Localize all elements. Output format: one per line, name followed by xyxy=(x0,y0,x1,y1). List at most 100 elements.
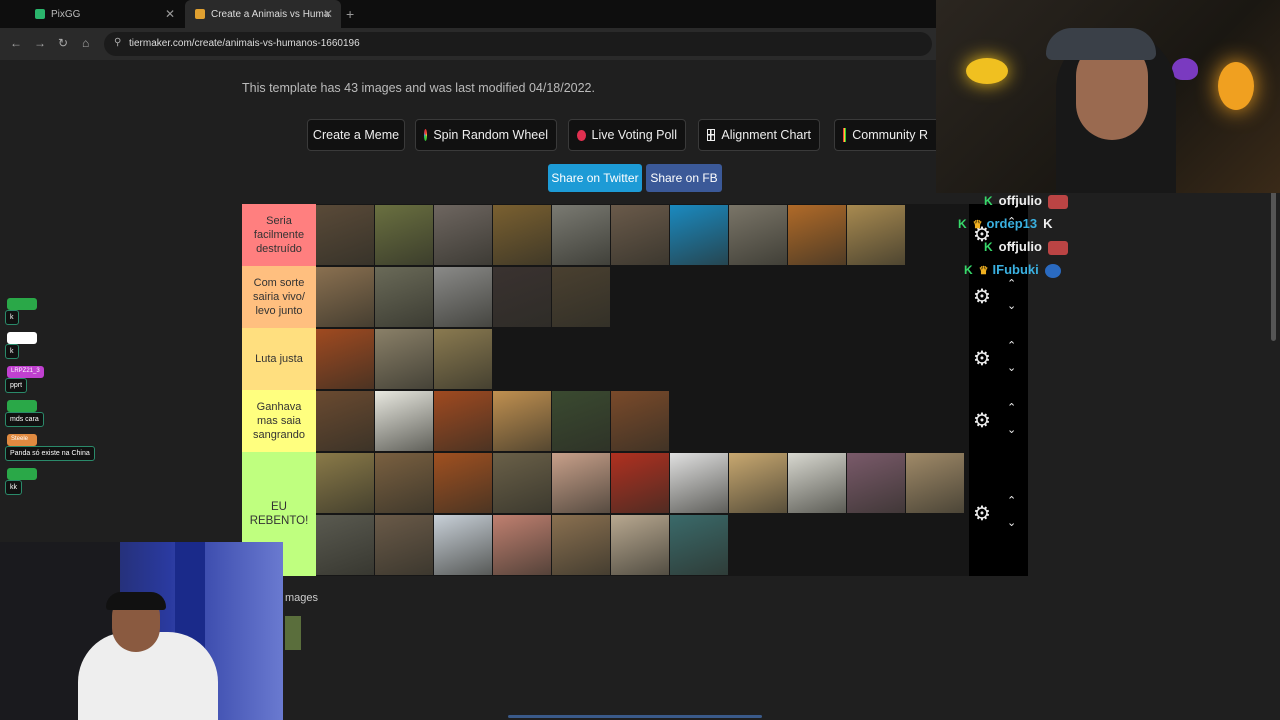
tier-image-capybara[interactable] xyxy=(375,453,433,513)
tier-image-monkey[interactable] xyxy=(434,453,492,513)
chat-line: Koffjulio xyxy=(984,239,1068,255)
tier-image-peacock[interactable] xyxy=(670,515,728,575)
kick-badge-icon: K xyxy=(984,194,993,208)
tier-image-dolphin[interactable] xyxy=(847,453,905,513)
tier-image-eagle[interactable] xyxy=(375,391,433,451)
tier-image-cobra[interactable] xyxy=(434,329,492,389)
tier-image-dog[interactable] xyxy=(316,391,374,451)
tier-image-macaw[interactable] xyxy=(611,453,669,513)
forward-icon[interactable]: → xyxy=(34,36,46,50)
tab-tiermaker[interactable]: Create a Animais vs Humanos T ✕ xyxy=(185,0,341,28)
chevron-down-icon[interactable]: ⌄ xyxy=(1007,299,1016,312)
tier-image-rhino[interactable] xyxy=(611,205,669,265)
tier-image-chimpanzee[interactable] xyxy=(493,267,551,327)
chevron-down-icon[interactable]: ⌄ xyxy=(1007,423,1016,436)
new-tab-button[interactable]: + xyxy=(346,6,354,22)
tier-image-maned-wolf[interactable] xyxy=(434,391,492,451)
tier-image-deer[interactable] xyxy=(375,329,433,389)
tier-image-wolf[interactable] xyxy=(434,267,492,327)
share-twitter-button[interactable]: Share on Twitter xyxy=(548,164,642,192)
create-meme-button[interactable]: Create a Meme xyxy=(307,119,405,151)
tier-image-cheetah[interactable] xyxy=(493,391,551,451)
chat-message: mds cara xyxy=(5,412,44,427)
pixgg-favicon-icon xyxy=(35,9,45,19)
chat-username: offjulio xyxy=(998,193,1042,208)
button-label: Create a Meme xyxy=(312,128,400,142)
chat-message: K xyxy=(1043,216,1053,231)
gear-icon[interactable]: ⚙ xyxy=(973,284,991,309)
tier-image-shark[interactable] xyxy=(670,205,728,265)
tier-image-zebra[interactable] xyxy=(611,515,669,575)
chevron-up-icon[interactable]: ⌃ xyxy=(1007,277,1016,290)
share-fb-button[interactable]: Share on FB xyxy=(646,164,722,192)
gear-icon[interactable]: ⚙ xyxy=(973,501,991,526)
chat-message: k xyxy=(5,344,19,359)
tier-image-crocodile[interactable] xyxy=(375,267,433,327)
chat-message: pprt xyxy=(5,378,28,393)
tier-label[interactable]: Seria facilmente destruído xyxy=(242,204,316,266)
gear-icon[interactable]: ⚙ xyxy=(973,346,991,371)
spin-wheel-button[interactable]: Spin Random Wheel xyxy=(415,119,557,151)
record-icon xyxy=(577,129,586,141)
tier-image-hyena[interactable] xyxy=(316,267,374,327)
tier-image-harpy-eagle[interactable] xyxy=(316,515,374,575)
back-icon[interactable]: ← xyxy=(10,36,22,50)
tier-image-tapir[interactable] xyxy=(552,391,610,451)
tab-label: PixGG xyxy=(51,8,81,20)
site-info-icon[interactable]: ⚲ xyxy=(114,37,121,48)
community-rank-button[interactable]: Community R xyxy=(834,119,936,151)
chevron-down-icon[interactable]: ⌄ xyxy=(1007,361,1016,374)
tier-image-hippo[interactable] xyxy=(434,205,492,265)
chat-username: offjulio xyxy=(998,239,1042,254)
emote-icon xyxy=(1048,240,1068,255)
chevron-up-icon[interactable]: ⌃ xyxy=(1007,494,1016,507)
reload-icon[interactable]: ↻ xyxy=(58,36,68,50)
tier-image-owl[interactable] xyxy=(552,515,610,575)
address-bar[interactable]: ⚲ tiermaker.com/create/animais-vs-humano… xyxy=(104,32,932,56)
tier-image-tiger[interactable] xyxy=(788,205,846,265)
tier-image-horse[interactable] xyxy=(611,391,669,451)
tier-image-piranha[interactable] xyxy=(493,515,551,575)
tier-image-lion[interactable] xyxy=(847,205,905,265)
tiermaker-favicon-icon xyxy=(195,9,205,19)
tab-pixgg[interactable]: PixGG ✕ xyxy=(25,0,183,28)
tier-image-moose[interactable] xyxy=(375,205,433,265)
tier-row: Com sorte sairia vivo/ levo junto ⚙ ⌃ ⌄ xyxy=(242,266,1028,328)
tier-image-goose[interactable] xyxy=(788,453,846,513)
horizontal-scrollbar[interactable] xyxy=(508,715,762,718)
tier-label[interactable]: Ganhava mas saia sangrando xyxy=(242,390,316,452)
chevron-down-icon[interactable]: ⌄ xyxy=(1007,516,1016,529)
grid-colored-icon xyxy=(843,128,847,142)
chat-username-pill xyxy=(7,400,37,412)
images-label: mages xyxy=(285,592,319,604)
tier-image-ostrich[interactable] xyxy=(729,453,787,513)
image-thumbnail[interactable] xyxy=(285,616,301,650)
chevron-up-icon[interactable]: ⌃ xyxy=(1007,401,1016,414)
alignment-chart-button[interactable]: Alignment Chart xyxy=(698,119,820,151)
gear-icon[interactable]: ⚙ xyxy=(973,408,991,433)
grid-icon xyxy=(707,129,716,141)
tab-label: Create a Animais vs Humanos T xyxy=(211,8,329,20)
chevron-up-icon[interactable]: ⌃ xyxy=(1007,339,1016,352)
close-icon[interactable]: ✕ xyxy=(165,7,175,21)
tier-image-ocelot[interactable] xyxy=(493,453,551,513)
tier-image-orangutan[interactable] xyxy=(316,329,374,389)
tier-image-rhinoceros[interactable] xyxy=(729,205,787,265)
tier-image-boar[interactable] xyxy=(552,267,610,327)
tier-image-elephant[interactable] xyxy=(552,205,610,265)
tier-image-bear[interactable] xyxy=(316,205,374,265)
vertical-scrollbar[interactable] xyxy=(1271,191,1276,341)
tier-image-deer2[interactable] xyxy=(906,453,964,513)
close-icon[interactable]: ✕ xyxy=(323,7,333,21)
tier-image-pig[interactable] xyxy=(552,453,610,513)
home-icon[interactable]: ⌂ xyxy=(82,36,89,50)
tier-image-jaguar[interactable] xyxy=(493,205,551,265)
live-voting-button[interactable]: Live Voting Poll xyxy=(568,119,686,151)
tier-label[interactable]: Com sorte sairia vivo/ levo junto xyxy=(242,266,316,328)
url-text: tiermaker.com/create/animais-vs-humanos-… xyxy=(129,38,360,49)
tier-image-kangaroo[interactable] xyxy=(316,453,374,513)
tier-label[interactable]: Luta justa xyxy=(242,328,316,390)
tier-image-swan[interactable] xyxy=(434,515,492,575)
tier-image-cat[interactable] xyxy=(375,515,433,575)
tier-image-penguin[interactable] xyxy=(670,453,728,513)
